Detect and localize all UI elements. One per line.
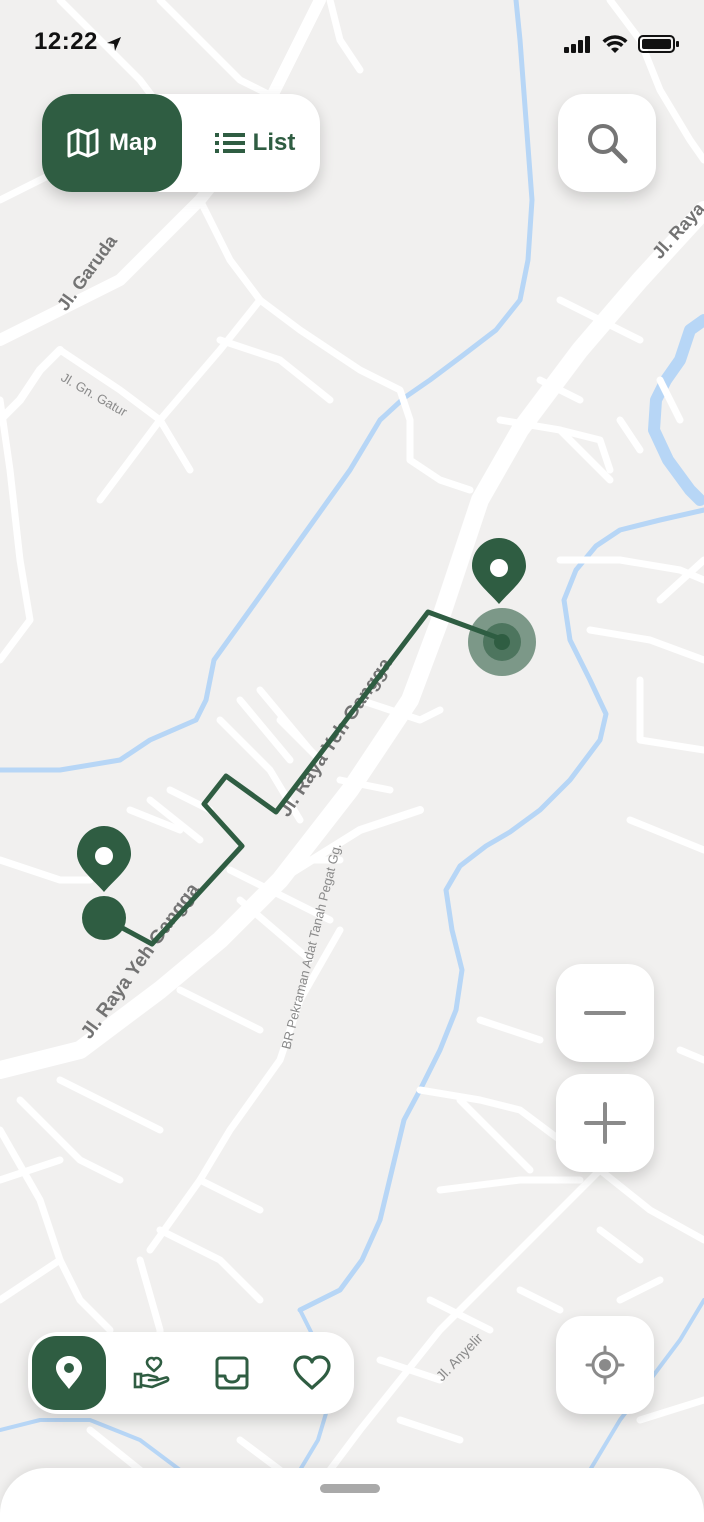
list-icon — [214, 133, 245, 153]
zoom-in-button[interactable] — [556, 1074, 654, 1172]
search-button[interactable] — [558, 94, 656, 192]
inbox-icon — [215, 1356, 249, 1390]
nav-item-map[interactable] — [32, 1336, 106, 1410]
list-view-button[interactable]: List — [190, 94, 320, 192]
my-location-button[interactable] — [556, 1316, 654, 1414]
map-icon — [67, 128, 99, 158]
map-canvas[interactable]: Jl. Garuda Jl. Gn. Gatur Jl. Raya Jl. Ra… — [0, 0, 704, 1522]
zoom-out-button[interactable] — [556, 964, 654, 1062]
status-bar: 12:22 — [0, 0, 704, 90]
nav-item-favorites[interactable] — [275, 1336, 349, 1410]
bottom-navigation — [28, 1332, 354, 1414]
destination-point[interactable] — [468, 608, 536, 676]
location-arrow-icon — [107, 37, 121, 51]
battery-icon — [638, 35, 679, 53]
nav-item-inbox[interactable] — [195, 1336, 269, 1410]
map-view-button[interactable]: Map — [42, 94, 182, 192]
nav-item-donate[interactable] — [115, 1336, 189, 1410]
map-view-label: Map — [109, 129, 157, 156]
heart-icon — [293, 1355, 331, 1390]
donate-hand-heart-icon — [133, 1356, 170, 1389]
search-icon — [588, 124, 628, 164]
plus-icon — [584, 1102, 626, 1144]
status-time: 12:22 — [34, 28, 98, 55]
location-pin-icon — [56, 1356, 82, 1389]
bottom-sheet[interactable] — [0, 1468, 704, 1522]
screen: Jl. Garuda Jl. Gn. Gatur Jl. Raya Jl. Ra… — [0, 0, 704, 1522]
cellular-signal-icon — [564, 36, 590, 53]
minus-icon — [584, 1011, 626, 1015]
view-toggle: Map List — [42, 94, 320, 192]
list-view-label: List — [252, 129, 296, 156]
wifi-icon — [602, 35, 628, 53]
crosshair-icon — [585, 1345, 625, 1385]
status-indicators — [564, 34, 680, 54]
origin-point[interactable] — [82, 896, 126, 940]
sheet-drag-handle[interactable] — [320, 1484, 380, 1493]
